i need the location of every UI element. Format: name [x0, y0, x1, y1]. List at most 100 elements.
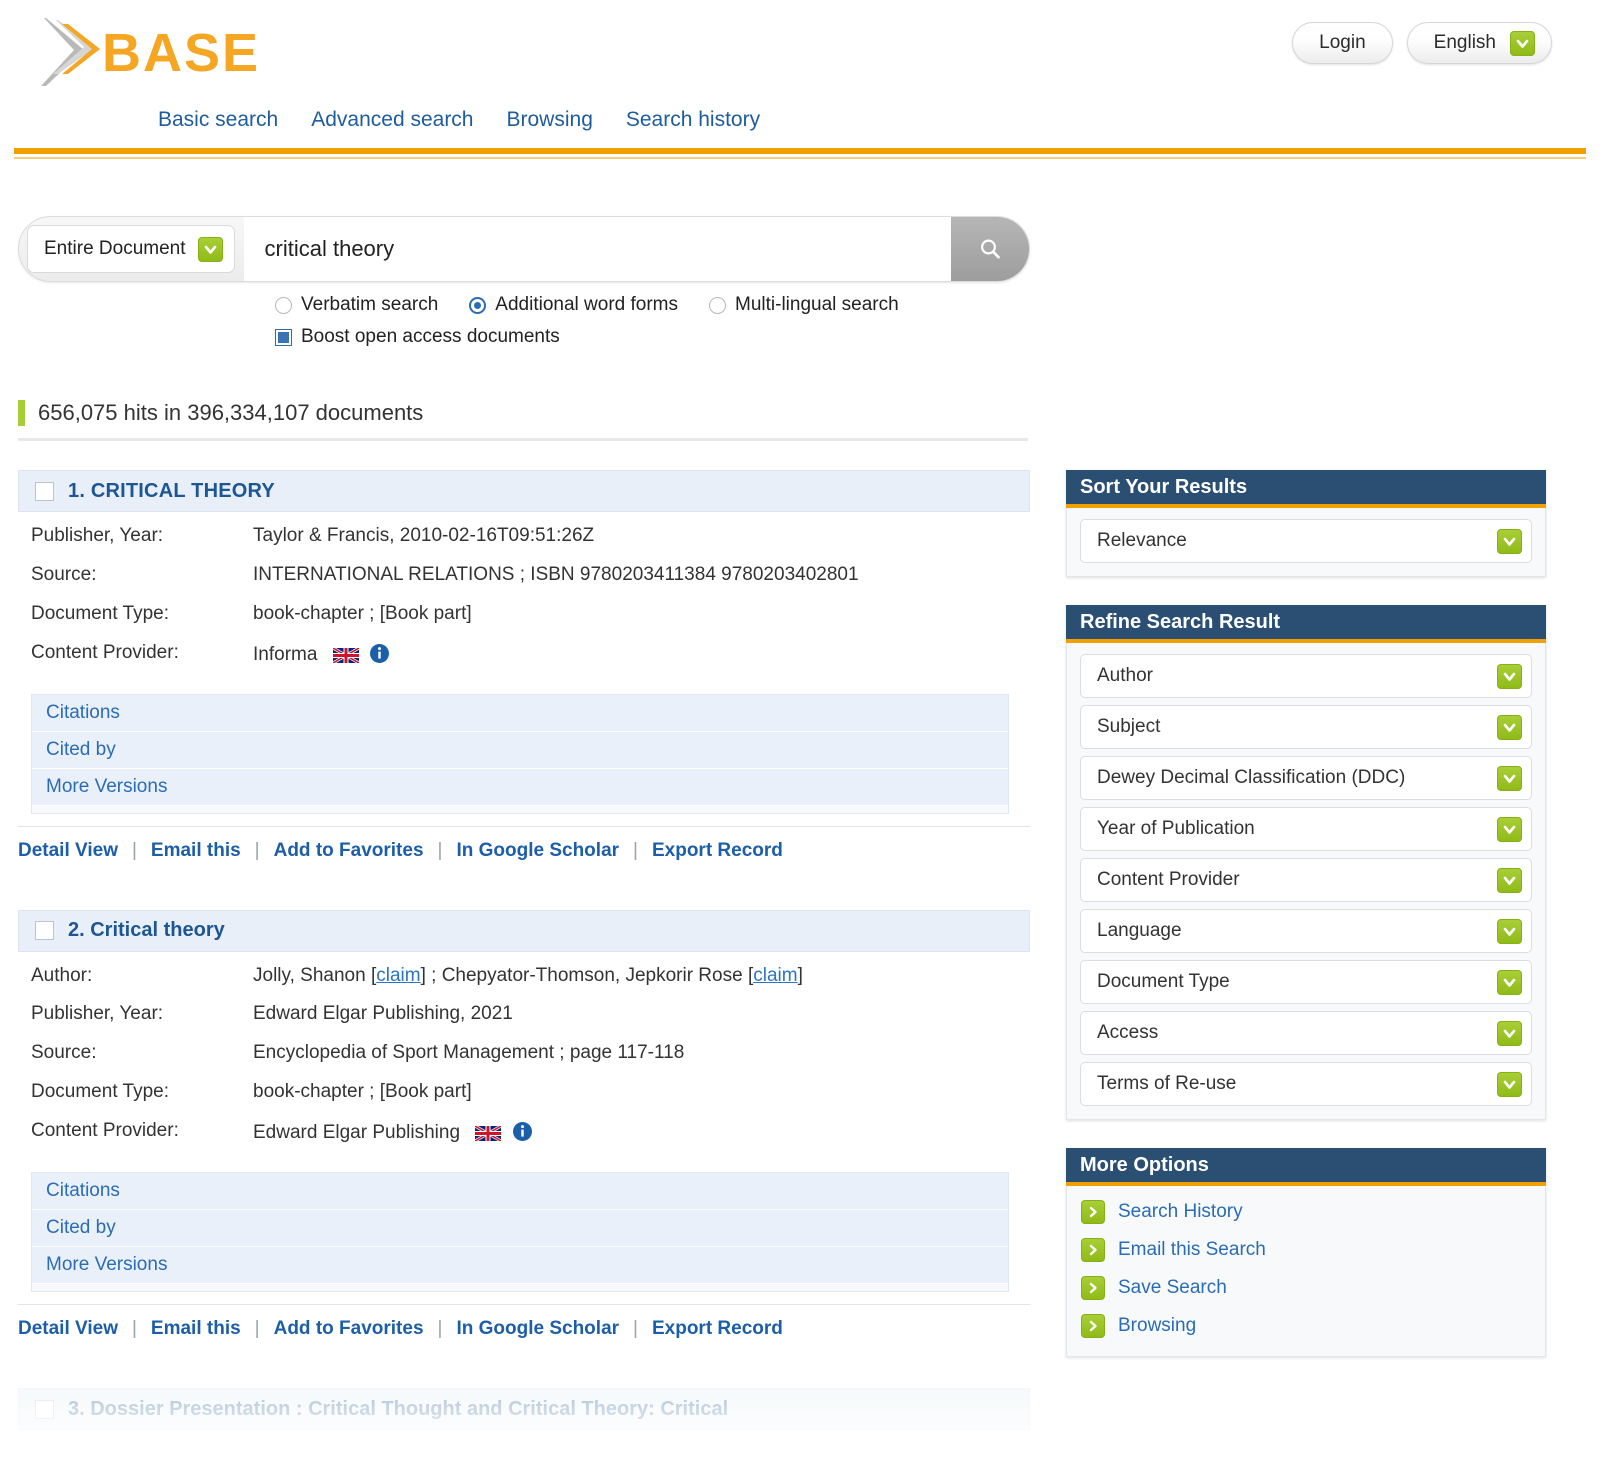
- more-option-label: Save Search: [1118, 1277, 1227, 1298]
- field-label: Source:: [31, 563, 97, 585]
- accordion-cited-by[interactable]: Cited by: [32, 1210, 1008, 1248]
- label-boost-open-access: Boost open access documents: [301, 326, 560, 347]
- action-in-google-scholar[interactable]: In Google Scholar: [456, 1318, 619, 1340]
- radio-additional-word-forms[interactable]: [469, 296, 487, 314]
- results-list: 1. CRITICAL THEORY Publisher, Year: Tayl…: [18, 470, 1030, 1434]
- facet-label: Terms of Re-use: [1097, 1073, 1237, 1094]
- language-selector[interactable]: English: [1406, 22, 1552, 64]
- result-title[interactable]: 3. Dossier Presentation : Critical Thoug…: [68, 1398, 728, 1421]
- action-email-this[interactable]: Email this: [151, 840, 241, 862]
- result-title[interactable]: 1. CRITICAL THEORY: [68, 480, 275, 503]
- search-scope-select[interactable]: Entire Document: [27, 225, 235, 273]
- sort-panel-title: Sort Your Results: [1066, 470, 1546, 508]
- hits-summary: 656,075 hits in 396,334,107 documents: [18, 400, 423, 426]
- field-value: INTERNATIONAL RELATIONS ; ISBN 978020341…: [253, 563, 859, 585]
- field-label: Document Type:: [31, 1081, 170, 1103]
- claim-link-2[interactable]: claim: [753, 965, 797, 986]
- nav-search-history[interactable]: Search history: [626, 108, 760, 132]
- sort-select-value: Relevance: [1097, 530, 1187, 551]
- search-submit-button[interactable]: [951, 217, 1029, 281]
- nav-basic-search[interactable]: Basic search: [158, 108, 278, 132]
- radio-verbatim-search[interactable]: [275, 296, 292, 314]
- radio-multi-lingual-search[interactable]: [709, 296, 726, 314]
- accordion-citations[interactable]: Citations: [32, 1173, 1008, 1211]
- action-separator: |: [131, 839, 137, 861]
- action-detail-view[interactable]: Detail View: [18, 1318, 118, 1340]
- facet-year-of-publication[interactable]: Year of Publication: [1080, 807, 1532, 851]
- claim-link-1[interactable]: claim: [376, 965, 420, 986]
- uk-flag-icon: [474, 1124, 503, 1147]
- action-add-to-favorites[interactable]: Add to Favorites: [274, 840, 424, 862]
- field-value: book-chapter ; [Book part]: [253, 1081, 472, 1103]
- base-logo[interactable]: BASE: [22, 14, 262, 92]
- base-search-results-page: BASE Login English Basic search Advanced…: [0, 0, 1600, 1467]
- result-actions: Detail View | Email this | Add to Favori…: [18, 825, 1030, 862]
- author-name-2: ; Chepyator-Thomson, Jepkorir Rose: [425, 964, 748, 986]
- chevron-down-icon: [1497, 918, 1522, 944]
- checkbox-boost-open-access[interactable]: [275, 328, 292, 346]
- result-accordion: Citations Cited by More Versions: [31, 1172, 1009, 1293]
- more-option-label: Email this Search: [1118, 1239, 1266, 1260]
- facet-language[interactable]: Language: [1080, 909, 1532, 953]
- facet-author[interactable]: Author: [1080, 654, 1532, 698]
- more-option-save-search[interactable]: Save Search: [1081, 1276, 1539, 1300]
- action-detail-view[interactable]: Detail View: [18, 840, 118, 862]
- chevron-down-icon: [1497, 765, 1522, 791]
- accordion-cited-by[interactable]: Cited by: [32, 731, 1008, 769]
- facet-document-type[interactable]: Document Type: [1080, 960, 1532, 1004]
- action-export-record[interactable]: Export Record: [652, 1318, 783, 1340]
- login-button[interactable]: Login: [1292, 22, 1393, 64]
- hits-text: 656,075 hits in 396,334,107 documents: [38, 400, 424, 425]
- facet-label: Document Type: [1097, 971, 1230, 992]
- action-in-google-scholar[interactable]: In Google Scholar: [456, 840, 619, 862]
- chevron-down-icon: [1497, 528, 1522, 554]
- sort-panel: Sort Your Results Relevance: [1066, 470, 1546, 577]
- result-checkbox[interactable]: [35, 1399, 54, 1419]
- more-option-label: Search History: [1118, 1201, 1243, 1222]
- result-accordion: Citations Cited by More Versions: [31, 693, 1009, 814]
- label-additional-word-forms: Additional word forms: [495, 294, 678, 315]
- info-icon[interactable]: [369, 643, 390, 670]
- result-fields: Publisher, Year: Taylor & Francis, 2010-…: [18, 512, 1030, 692]
- action-add-to-favorites[interactable]: Add to Favorites: [274, 1318, 424, 1340]
- author-name-1: Jolly, Shanon: [253, 964, 371, 986]
- facet-ddc[interactable]: Dewey Decimal Classification (DDC): [1080, 756, 1532, 800]
- action-email-this[interactable]: Email this: [151, 1318, 241, 1340]
- facet-label: Access: [1097, 1022, 1159, 1043]
- result-title[interactable]: 2. Critical theory: [68, 919, 225, 942]
- facet-access[interactable]: Access: [1080, 1011, 1532, 1055]
- action-export-record[interactable]: Export Record: [652, 840, 783, 862]
- search-options: Verbatim search Additional word forms Mu…: [275, 294, 899, 358]
- nav-browsing[interactable]: Browsing: [507, 108, 593, 132]
- more-option-browsing[interactable]: Browsing: [1081, 1314, 1539, 1338]
- accordion-citations[interactable]: Citations: [32, 694, 1008, 732]
- svg-text:BASE: BASE: [102, 23, 260, 83]
- facet-label: Author: [1097, 665, 1153, 686]
- more-option-search-history[interactable]: Search History: [1081, 1200, 1539, 1224]
- facet-content-provider[interactable]: Content Provider: [1080, 858, 1532, 902]
- chevron-down-icon: [1497, 867, 1522, 893]
- facet-terms-of-reuse[interactable]: Terms of Re-use: [1080, 1062, 1532, 1106]
- accordion-more-versions[interactable]: More Versions: [32, 768, 1008, 806]
- more-options-panel: More Options Search History Email this S…: [1066, 1148, 1546, 1357]
- result-checkbox[interactable]: [35, 481, 54, 501]
- action-separator: |: [437, 839, 443, 861]
- label-verbatim-search: Verbatim search: [301, 294, 439, 315]
- facet-label: Dewey Decimal Classification (DDC): [1097, 767, 1406, 788]
- search-input[interactable]: [243, 217, 951, 281]
- sort-select[interactable]: Relevance: [1080, 519, 1532, 563]
- search-mode-group: Verbatim search Additional word forms Mu…: [275, 294, 899, 316]
- more-option-email-this-search[interactable]: Email this Search: [1081, 1238, 1539, 1262]
- search-icon: [980, 239, 1000, 259]
- field-row: Publisher, Year: Edward Elgar Publishing…: [31, 1004, 1030, 1025]
- info-icon[interactable]: [512, 1121, 533, 1148]
- chevron-right-icon: [1081, 1200, 1105, 1224]
- nav-advanced-search[interactable]: Advanced search: [311, 108, 473, 132]
- accordion-more-versions[interactable]: More Versions: [32, 1247, 1008, 1285]
- action-separator: |: [633, 1318, 638, 1340]
- result-checkbox[interactable]: [35, 921, 54, 941]
- facet-label: Content Provider: [1097, 869, 1240, 890]
- field-value: Edward Elgar Publishing: [253, 1122, 461, 1144]
- label-multi-lingual-search: Multi-lingual search: [735, 294, 899, 315]
- facet-subject[interactable]: Subject: [1080, 705, 1532, 749]
